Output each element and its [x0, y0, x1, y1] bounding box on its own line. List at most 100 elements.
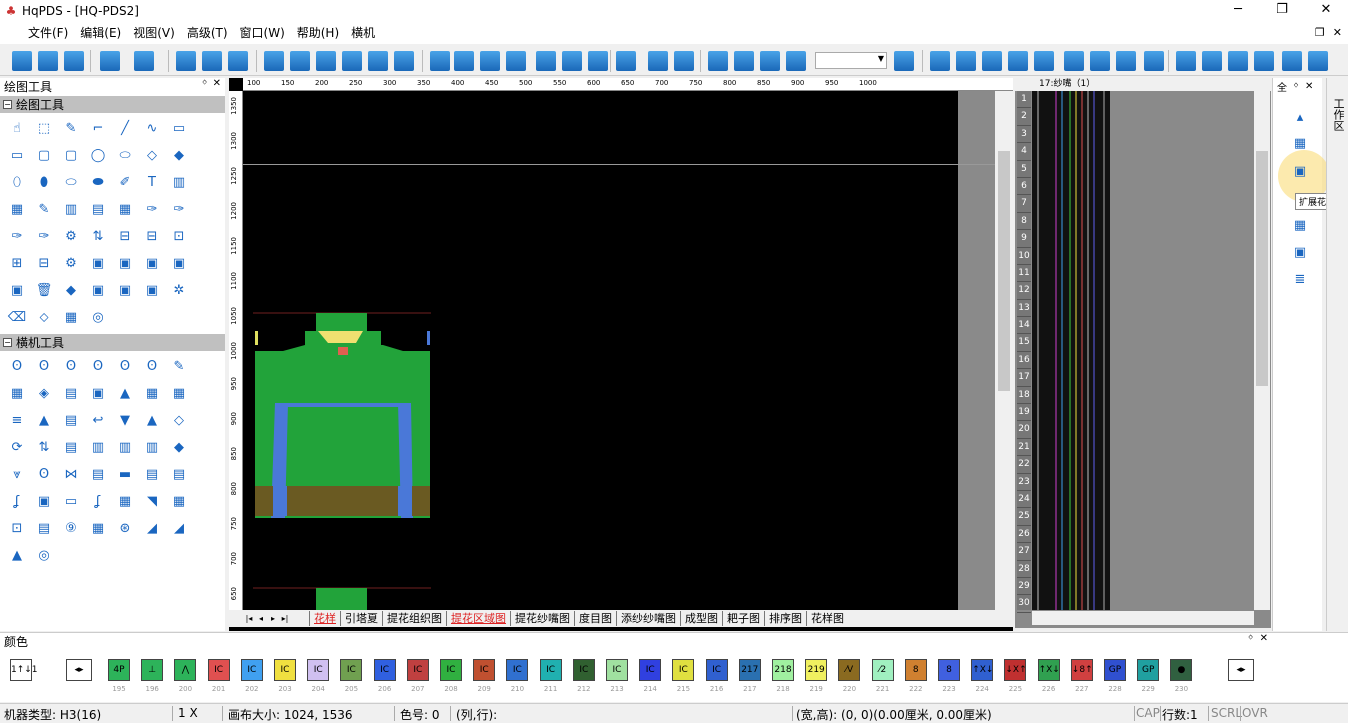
drawing-tool-38-icon[interactable]: ⚙ — [61, 253, 81, 273]
lock-icon[interactable] — [562, 51, 582, 71]
print-icon[interactable] — [734, 51, 754, 71]
knitting-tool-15-icon[interactable]: ≡ — [7, 410, 27, 430]
all-button[interactable]: 全 — [1277, 79, 1287, 94]
knit-icon[interactable] — [1176, 51, 1196, 71]
color-swatch[interactable]: IC — [240, 659, 263, 681]
drawing-tool-3-icon[interactable]: ✎ — [61, 118, 81, 138]
knitting-tool-23-icon[interactable]: ⇅ — [34, 437, 54, 457]
tab-jacquard-structure[interactable]: 提花组织图 — [382, 611, 446, 626]
knitting-tool-26-icon[interactable]: ▥ — [115, 437, 135, 457]
tab-pattern-map[interactable]: 花样图 — [806, 611, 848, 626]
menu-knitting[interactable]: 横机 — [345, 22, 381, 44]
sweater-icon[interactable] — [1202, 51, 1222, 71]
menu-advanced[interactable]: 高级(T) — [181, 22, 234, 44]
tab-next-icon[interactable]: ▸ — [267, 614, 279, 623]
pin-icon[interactable]: ᛜ — [202, 78, 208, 89]
knitting-tool-33-icon[interactable]: ▬ — [115, 464, 135, 484]
knot-icon[interactable] — [316, 51, 336, 71]
tab-stitch-density[interactable]: 度目图 — [574, 611, 616, 626]
canvas-vertical-scrollbar[interactable] — [995, 91, 1013, 610]
pin-icon[interactable]: ᛜ — [1248, 633, 1254, 644]
knit-body-icon[interactable]: ▦ — [1290, 218, 1310, 236]
knitting-tool-11-icon[interactable]: ▣ — [88, 383, 108, 403]
knitting-tool-21-icon[interactable]: ◇ — [169, 410, 189, 430]
knitting-tool-5-icon[interactable]: ʘ — [115, 356, 135, 376]
drawing-tool-29-icon[interactable]: ✑ — [7, 226, 27, 246]
info-icon[interactable] — [290, 51, 310, 71]
knitting-tool-43-icon[interactable]: ⊡ — [7, 518, 27, 538]
knitting-tool-19-icon[interactable]: ▼ — [115, 410, 135, 430]
color-swatch[interactable]: IC — [572, 659, 595, 681]
drawing-tool-49-icon[interactable]: ✲ — [169, 280, 189, 300]
knitting-tool-12-icon[interactable]: ▲ — [115, 383, 135, 403]
drawing-tool-15-icon[interactable]: ⬯ — [7, 172, 27, 192]
swap-icon[interactable] — [956, 51, 976, 71]
color-swatch[interactable]: ⁄V — [838, 659, 861, 681]
color-swatch[interactable]: ● — [1170, 659, 1193, 681]
color-swatch[interactable]: ↓8↑ — [1070, 659, 1093, 681]
image-icon[interactable] — [506, 51, 526, 71]
magic-icon[interactable] — [430, 51, 450, 71]
knit-pattern-icon[interactable]: ▦ — [1290, 136, 1310, 154]
frame-icon[interactable] — [1090, 51, 1110, 71]
drawing-tool-14-icon[interactable]: ◆ — [169, 145, 189, 165]
color-swatch[interactable]: 8 — [938, 659, 960, 681]
drawing-tool-39-icon[interactable]: ▣ — [88, 253, 108, 273]
menu-edit[interactable]: 编辑(E) — [74, 22, 127, 44]
color-swatch[interactable]: IC — [406, 659, 429, 681]
knitting-tool-30-icon[interactable]: ʘ — [34, 464, 54, 484]
knitting-tool-46-icon[interactable]: ▦ — [88, 518, 108, 538]
zoom-icon[interactable] — [480, 51, 500, 71]
maximize-button[interactable]: ❐ — [1260, 0, 1304, 22]
knitting-tool-36-icon[interactable]: ʆ — [7, 491, 27, 511]
stack-icon[interactable]: ≣ — [1290, 272, 1310, 290]
menu-help[interactable]: 帮助(H) — [291, 22, 345, 44]
scroll-up-icon[interactable]: ▴ — [1290, 110, 1310, 128]
knitting-tool-7-icon[interactable]: ✎ — [169, 356, 189, 376]
knitting-tool-37-icon[interactable]: ▣ — [34, 491, 54, 511]
rect-select-icon[interactable] — [394, 51, 414, 71]
scroll-thumb[interactable] — [998, 151, 1010, 391]
drawing-tool-48-icon[interactable]: ▣ — [142, 280, 162, 300]
layers-a-icon[interactable] — [588, 51, 608, 71]
toolbar-combo[interactable]: ▼ — [815, 52, 887, 69]
drawing-tool-45-icon[interactable]: ◆ — [61, 280, 81, 300]
drawing-tool-17-icon[interactable]: ⬭ — [61, 172, 81, 192]
tab-jacquard-area[interactable]: 提花区域图 — [446, 611, 510, 626]
color-swatch[interactable]: IC — [373, 659, 396, 681]
bag-icon[interactable] — [536, 51, 556, 71]
drawing-tool-51-icon[interactable]: ⬦ — [34, 307, 54, 327]
color-swatch[interactable]: ⁄2 — [871, 659, 894, 681]
knitting-tool-31-icon[interactable]: ⋈ — [61, 464, 81, 484]
color-swatch[interactable]: IC — [539, 659, 562, 681]
menu-file[interactable]: 文件(F) — [22, 22, 74, 44]
palette-icon[interactable] — [708, 51, 728, 71]
color-swatch[interactable]: IC — [672, 659, 695, 681]
undo-icon[interactable] — [100, 51, 120, 71]
knitting-tool-51-icon[interactable]: ◎ — [34, 545, 54, 565]
drawing-tool-36-icon[interactable]: ⊞ — [7, 253, 27, 273]
knitting-tool-34-icon[interactable]: ▤ — [142, 464, 162, 484]
knitting-tool-39-icon[interactable]: ʆ — [88, 491, 108, 511]
drawing-tool-40-icon[interactable]: ▣ — [115, 253, 135, 273]
drawing-tool-43-icon[interactable]: ▣ — [7, 280, 27, 300]
knitting-tool-8-icon[interactable]: ▦ — [7, 383, 27, 403]
yarn-view-scrollbar[interactable] — [1254, 91, 1270, 610]
paste-icon[interactable] — [228, 51, 248, 71]
color-swatch[interactable]: IC — [473, 659, 496, 681]
color-swatch[interactable]: ⊥ — [141, 659, 164, 681]
color-swatch[interactable]: 218 — [772, 659, 794, 681]
drawing-tool-24-icon[interactable]: ▥ — [61, 199, 81, 219]
tab-intarsia[interactable]: 引塔夏 — [340, 611, 382, 626]
save-b-icon[interactable] — [674, 51, 694, 71]
drawing-tool-34-icon[interactable]: ⊟ — [142, 226, 162, 246]
color-swatch[interactable]: 4P — [108, 659, 130, 681]
list-icon[interactable] — [1308, 51, 1328, 71]
drawing-tool-50-icon[interactable]: ⌫ — [7, 307, 27, 327]
stack-icon[interactable] — [1228, 51, 1248, 71]
drawing-tool-42-icon[interactable]: ▣ — [169, 253, 189, 273]
tab-last-icon[interactable]: ▸| — [279, 614, 291, 623]
new-icon[interactable] — [12, 51, 32, 71]
drawing-tool-52-icon[interactable]: ▦ — [61, 307, 81, 327]
knitting-tool-27-icon[interactable]: ▥ — [142, 437, 162, 457]
